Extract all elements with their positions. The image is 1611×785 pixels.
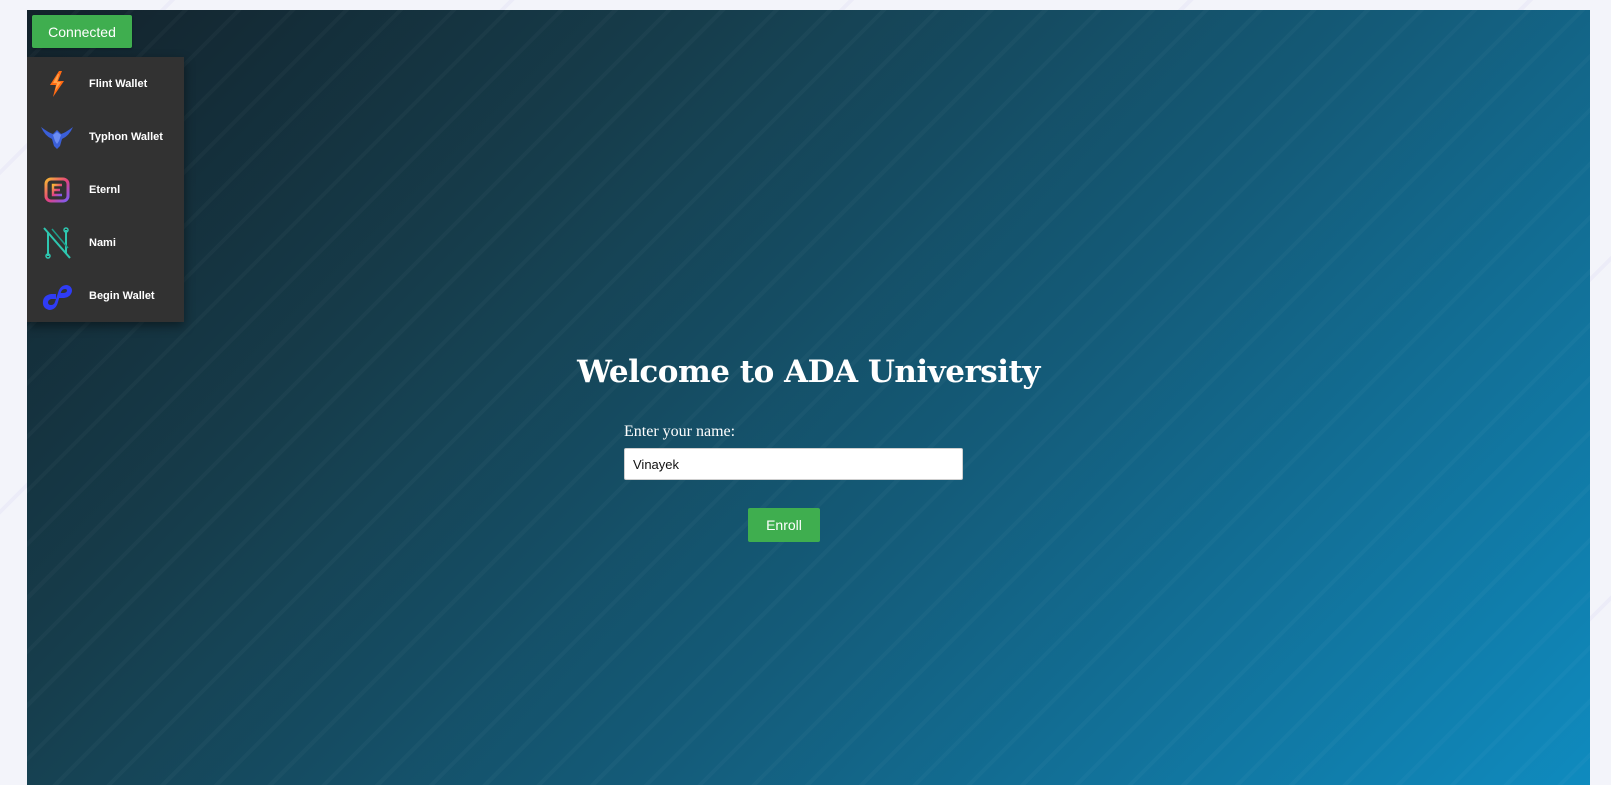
wallet-dropdown-menu: Flint Wallet Typhon Wallet Eternl Nami B… <box>27 57 184 322</box>
wallet-item-begin[interactable]: Begin Wallet <box>27 269 184 322</box>
enroll-button[interactable]: Enroll <box>748 508 820 542</box>
wallet-item-typhon[interactable]: Typhon Wallet <box>27 110 184 163</box>
wallet-item-nami[interactable]: Nami <box>27 216 184 269</box>
nami-icon <box>39 225 75 261</box>
app-window: Connected Flint Wallet Typhon Wallet Ete… <box>27 10 1590 785</box>
typhon-icon <box>39 119 75 155</box>
name-input[interactable] <box>624 448 963 480</box>
wallet-item-eternl[interactable]: Eternl <box>27 163 184 216</box>
wallet-item-label: Nami <box>89 236 116 249</box>
wallet-item-label: Typhon Wallet <box>89 130 163 143</box>
connect-wallet-button[interactable]: Connected <box>32 15 132 48</box>
wallet-item-label: Eternl <box>89 183 121 196</box>
name-field-label: Enter your name: <box>624 423 736 440</box>
page-title: Welcome to ADA University <box>577 354 1040 390</box>
wallet-item-label: Begin Wallet <box>89 289 155 302</box>
wallet-item-label: Flint Wallet <box>89 77 148 90</box>
begin-icon <box>39 278 75 314</box>
eternl-icon <box>39 172 75 208</box>
wallet-item-flint[interactable]: Flint Wallet <box>27 57 184 110</box>
flint-icon <box>39 66 75 102</box>
